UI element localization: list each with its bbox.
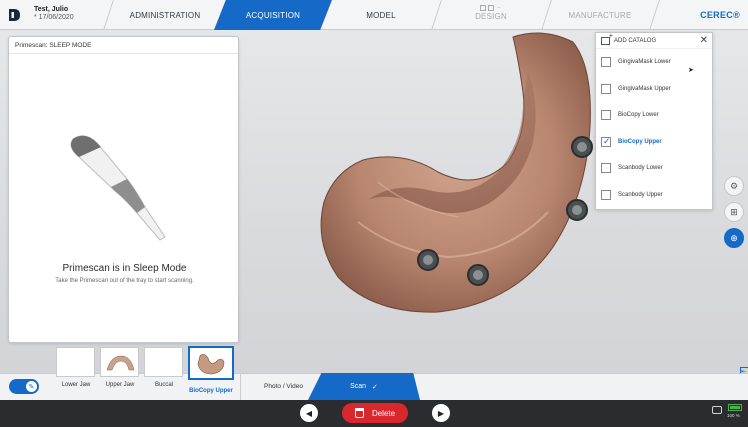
app-logo-icon xyxy=(9,9,20,21)
patient-dob: * 17/06/2020 xyxy=(34,14,74,21)
battery-level: 100 % xyxy=(727,413,740,418)
catalog-header: ADD CATALOG ✕ xyxy=(596,33,712,49)
tab-design[interactable]: ⌄ DESIGN xyxy=(436,0,546,30)
scanner-sleep-panel: Primescan: SLEEP MODE Primescan is in Sl… xyxy=(8,36,239,343)
implant-scanbody-2 xyxy=(566,199,588,221)
top-bar: Test, Julio * 17/06/2020 ADMINISTRATION … xyxy=(0,0,748,30)
design-mode-icons: ⌄ xyxy=(480,5,502,11)
brush-icon: ✎ xyxy=(26,381,37,392)
close-icon[interactable]: ✕ xyxy=(700,35,708,46)
catalog-item-label: BioCopy Upper xyxy=(618,138,662,145)
delete-label: Delete xyxy=(371,408,396,418)
tab-stripes-icon: // xyxy=(410,381,415,390)
catalog-item-biocopy-lower[interactable]: BioCopy Lower xyxy=(596,102,712,129)
chevron-down-icon: ⌄ xyxy=(496,4,502,10)
catalog-thumb-label: BioCopy Upper xyxy=(189,388,233,394)
add-catalog-icon xyxy=(601,33,613,45)
catalog-item-label: BioCopy Lower xyxy=(618,112,659,119)
checkbox[interactable] xyxy=(601,163,611,174)
delete-button[interactable]: Delete xyxy=(342,403,408,423)
catalog-thumb-label: Upper Jaw xyxy=(105,382,135,388)
catalog-thumb-label: Buccal xyxy=(154,382,173,388)
tab-manufacture[interactable]: MANUFACTURE xyxy=(548,0,652,30)
catalog-title: ADD CATALOG xyxy=(614,37,657,44)
catalog-thumb-buccal[interactable] xyxy=(144,347,183,377)
battery-icon xyxy=(728,404,742,411)
catalog-item-gingivamask-upper[interactable]: GingivaMask Upper xyxy=(596,76,712,103)
tab-scan[interactable]: Scan ✓ xyxy=(308,373,420,400)
tab-photo-video-label: Photo / Video xyxy=(264,383,303,390)
back-button[interactable]: ◀ xyxy=(300,404,318,422)
catalog-item-gingivamask-lower[interactable]: GingivaMask Lower xyxy=(596,49,712,76)
sleep-mode-subtitle: Take the Primescan out of the tray to st… xyxy=(55,278,194,284)
arrow-right-icon: ▶ xyxy=(437,408,445,418)
catalog-item-scanbody-lower[interactable]: Scanbody Lower xyxy=(596,155,712,182)
tab-administration[interactable]: ADMINISTRATION xyxy=(110,0,220,30)
brand-logo: CEREC® xyxy=(700,10,740,20)
scanner-handpiece-icon xyxy=(70,135,166,241)
checkmark-icon: ✓ xyxy=(372,383,378,391)
catalog-item-label: Scanbody Upper xyxy=(618,191,663,198)
catalog-item-biocopy-upper[interactable]: BioCopy Upper xyxy=(596,129,712,156)
implant-scanbody-4 xyxy=(467,264,489,286)
tab-design-label: DESIGN xyxy=(475,12,507,21)
catalog-thumb-lower-jaw[interactable] xyxy=(56,347,95,377)
biocopy-thumb-image xyxy=(197,354,225,375)
tooth-settings-icon[interactable]: ⚙ xyxy=(724,176,744,196)
chat-icon[interactable] xyxy=(712,406,722,414)
implant-scanbody-3 xyxy=(417,249,439,271)
design-grid-icon xyxy=(480,5,486,11)
catalog-thumb-label: Lower Jaw xyxy=(61,382,91,388)
catalog-item-scanbody-upper[interactable]: Scanbody Upper xyxy=(596,182,712,209)
tab-model-label: MODEL xyxy=(366,10,396,20)
catalog-item-label: GingivaMask Lower xyxy=(618,59,671,66)
tab-administration-label: ADMINISTRATION xyxy=(129,10,201,20)
sleep-panel-header: Primescan: SLEEP MODE xyxy=(9,37,238,54)
checkbox[interactable] xyxy=(601,83,611,94)
upper-jaw-thumb-image xyxy=(106,355,135,371)
patient-name: Test, Julio xyxy=(34,6,69,13)
mouse-cursor-icon: ➤ xyxy=(688,67,694,74)
trash-icon xyxy=(354,408,364,418)
patient-info[interactable]: Test, Julio * 17/06/2020 xyxy=(34,6,74,22)
checkbox[interactable] xyxy=(601,110,611,121)
catalog-item-label: Scanbody Lower xyxy=(618,165,663,172)
catalog-thumb-biocopy-upper[interactable] xyxy=(188,346,234,380)
scan-mode-toggle[interactable]: ✎ xyxy=(9,379,39,394)
arrow-left-icon: ◀ xyxy=(305,408,313,418)
next-button[interactable]: ▶ xyxy=(432,404,450,422)
checkbox-checked[interactable] xyxy=(601,136,611,147)
design-grid-icon-2 xyxy=(488,5,494,11)
tab-manufacture-label: MANUFACTURE xyxy=(568,10,632,20)
checkbox[interactable] xyxy=(601,189,611,200)
implant-scanbody-1 xyxy=(571,136,593,158)
catalog-thumb-upper-jaw[interactable] xyxy=(100,347,139,377)
add-catalog-panel: ADD CATALOG ✕ GingivaMask Lower GingivaM… xyxy=(595,32,713,210)
model-view-icon[interactable]: ⊞ xyxy=(724,202,744,222)
sleep-mode-title: Primescan is in Sleep Mode xyxy=(62,263,187,274)
jaw-scan-model[interactable] xyxy=(318,32,598,317)
tab-acquisition[interactable]: ACQUISITION xyxy=(214,0,332,30)
catalog-item-label: GingivaMask Upper xyxy=(618,85,671,92)
tab-acquisition-label: ACQUISITION xyxy=(245,10,301,20)
tab-scan-label: Scan xyxy=(350,383,367,390)
checkbox[interactable] xyxy=(601,57,611,68)
add-catalog-button[interactable]: ⊕ xyxy=(724,228,744,248)
tab-model[interactable]: MODEL xyxy=(326,0,436,30)
